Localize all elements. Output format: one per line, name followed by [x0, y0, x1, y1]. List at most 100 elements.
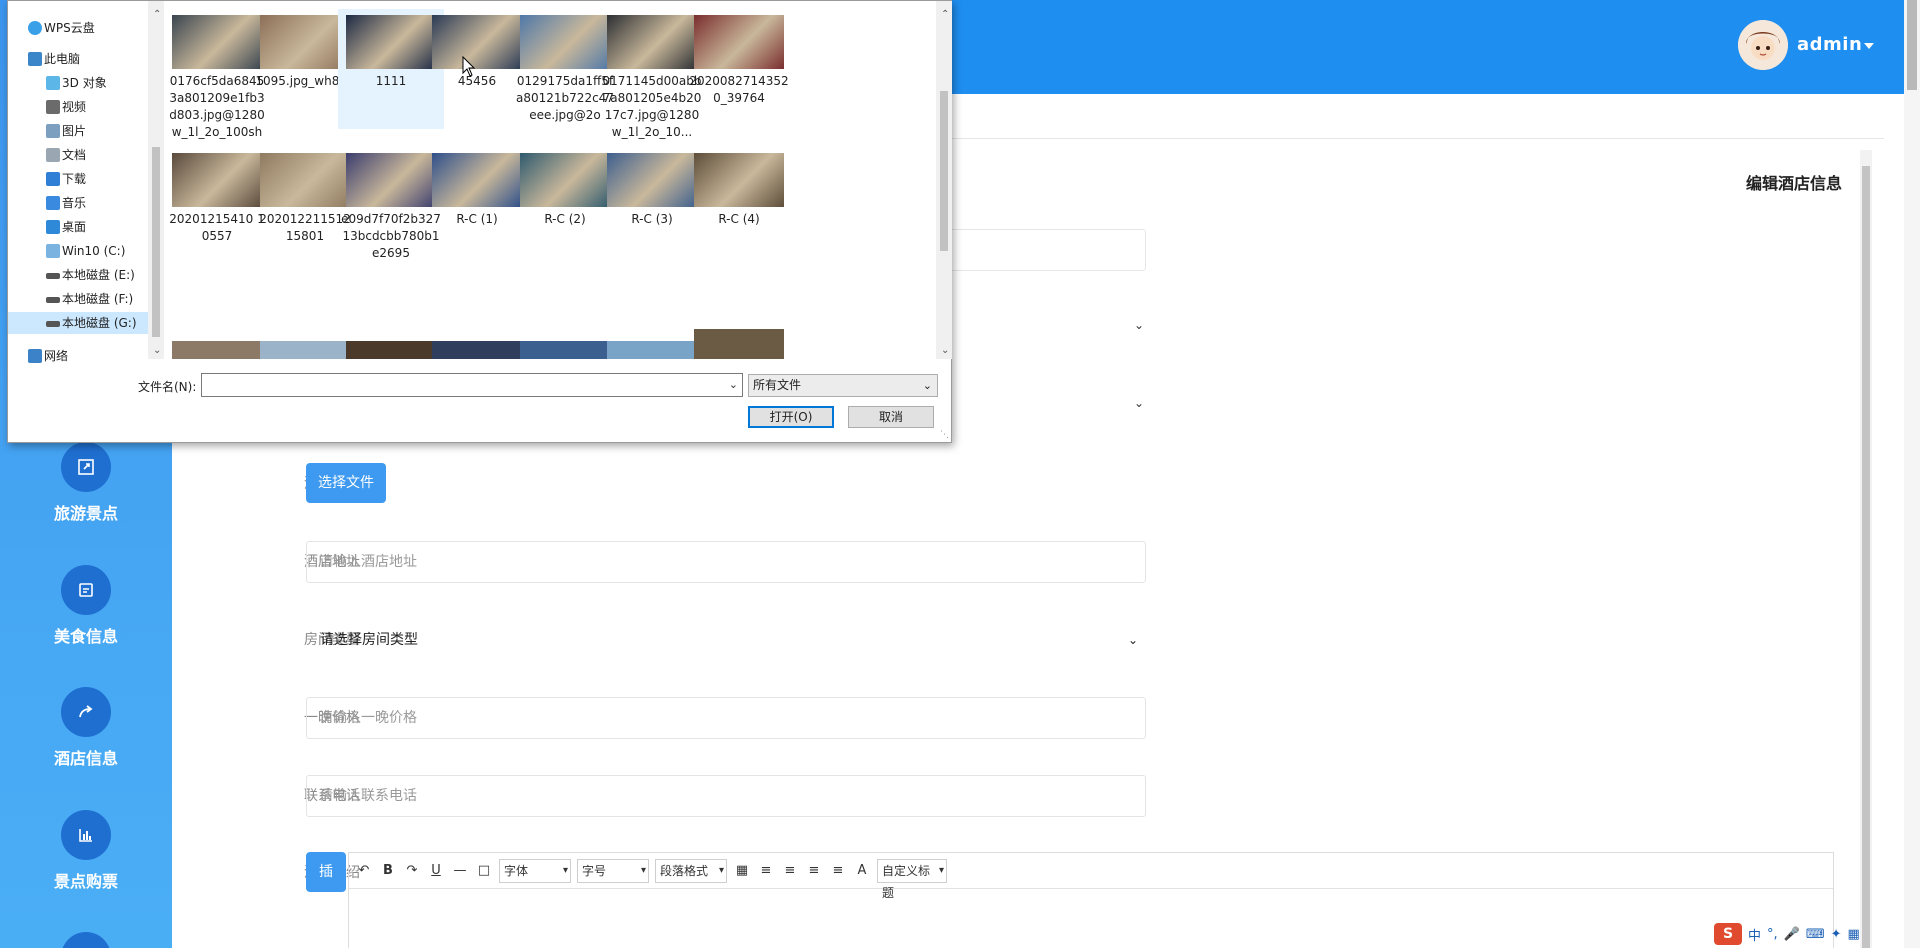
desktop-icon: [46, 220, 60, 234]
underline-button[interactable]: U: [427, 862, 445, 880]
nav-scroll-thumb[interactable]: [152, 147, 160, 337]
nav-item-drive-c[interactable]: Win10 (C:): [8, 240, 148, 262]
nav-item-drive-e[interactable]: 本地磁盘 (E:): [8, 264, 148, 286]
file-thumbnail[interactable]: [346, 341, 436, 359]
page-icon[interactable]: □: [475, 862, 493, 880]
align-left-icon[interactable]: ≡: [757, 862, 775, 880]
open-button[interactable]: 打开(O): [748, 406, 834, 428]
choose-file-button[interactable]: 选择文件: [306, 463, 386, 503]
drive-icon: [46, 297, 60, 303]
nav-item-drive-f[interactable]: 本地磁盘 (F:): [8, 288, 148, 310]
nav-label: WPS云盘: [44, 21, 95, 35]
align-right-icon[interactable]: ≡: [781, 862, 799, 880]
table-icon[interactable]: ▦: [733, 862, 751, 880]
scroll-up-icon[interactable]: ⌃: [153, 9, 161, 20]
font-family-select[interactable]: 字体: [499, 858, 571, 883]
scroll-down-icon[interactable]: ⌄: [153, 345, 161, 356]
cancel-button[interactable]: 取消: [848, 406, 934, 428]
nav-item-network[interactable]: 网络: [8, 345, 148, 367]
microphone-icon[interactable]: 🎤: [1784, 927, 1800, 942]
sidebar-item-hotel[interactable]: 酒店信息: [0, 687, 172, 797]
nav-item-documents[interactable]: 文档: [8, 144, 148, 166]
bold-button[interactable]: B: [379, 862, 397, 880]
phone-input[interactable]: 请输入联系电话: [306, 775, 1146, 817]
ime-language[interactable]: 中: [1748, 925, 1761, 944]
scroll-down-icon[interactable]: ⌄: [941, 345, 949, 356]
chevron-down-icon[interactable]: ⌄: [1134, 318, 1144, 332]
avatar[interactable]: [1738, 20, 1788, 70]
scroll-up-icon[interactable]: ⌃: [941, 9, 949, 20]
align-center-icon[interactable]: ≡: [805, 862, 823, 880]
custom-title-select[interactable]: 自定义标题: [877, 858, 947, 900]
nav-item-downloads[interactable]: 下载: [8, 168, 148, 190]
skin-icon[interactable]: ✦: [1831, 927, 1842, 942]
caret-down-icon[interactable]: [1864, 43, 1874, 49]
price-input[interactable]: 请输入一晚价格: [306, 697, 1146, 739]
editor-box: ↶ B ↷ U — □ 字体 字号 段落格式 ▦ ≡ ≡ ≡ ≡ A 自定义标题: [348, 852, 1834, 948]
grid-icon[interactable]: ▦: [1848, 927, 1860, 942]
file-thumbnail[interactable]: [520, 341, 610, 359]
form-row-address: 酒店地址 请输入酒店地址: [172, 541, 1372, 583]
rich-text-editor: 插 ↶ B ↷ U — □ 字体 字号 段落格式 ▦ ≡ ≡ ≡ ≡: [306, 852, 1834, 948]
window-scroll-thumb[interactable]: [1907, 0, 1917, 90]
align-justify-icon[interactable]: ≡: [829, 862, 847, 880]
file-item[interactable]: R-C (4): [686, 147, 792, 267]
sidebar-item-label: 旅游景点: [53, 504, 118, 523]
drive-icon: [46, 321, 60, 327]
file-thumbnail: [694, 153, 784, 207]
cube-icon: [46, 76, 60, 90]
username[interactable]: admin: [1797, 34, 1862, 55]
redo-icon[interactable]: ↷: [403, 862, 421, 880]
nav-item-pictures[interactable]: 图片: [8, 120, 148, 142]
file-open-dialog: WPS云盘 此电脑 3D 对象 视频 图片 文档 下载 音乐 桌面 Win10 …: [7, 0, 952, 443]
insert-button[interactable]: 插: [306, 852, 346, 892]
sidebar-item-food[interactable]: 美食信息: [0, 565, 172, 675]
network-icon: [28, 349, 42, 363]
address-input[interactable]: 请输入酒店地址: [306, 541, 1146, 583]
nav-item-this-pc[interactable]: 此电脑: [8, 48, 148, 70]
panel-scroll-thumb[interactable]: [1862, 166, 1870, 948]
nav-label: 桌面: [62, 220, 87, 234]
sidebar-item-label: 景点购票: [53, 872, 118, 891]
paragraph-select[interactable]: 段落格式: [655, 858, 727, 883]
sidebar-item-ticket[interactable]: 景点购票: [0, 810, 172, 920]
video-icon: [46, 100, 60, 114]
chevron-down-icon[interactable]: ⌄: [1134, 396, 1144, 410]
page-title: 编辑酒店信息: [1745, 174, 1842, 193]
file-thumbnail[interactable]: [260, 341, 350, 359]
nav-item-3d[interactable]: 3D 对象: [8, 72, 148, 94]
undo-icon[interactable]: ↶: [355, 862, 373, 880]
file-thumbnail[interactable]: [694, 329, 784, 359]
music-icon: [46, 196, 60, 210]
punctuation-icon[interactable]: °,: [1767, 927, 1778, 942]
more-icon[interactable]: [61, 932, 111, 948]
nav-label: 音乐: [62, 196, 87, 210]
filetype-select[interactable]: 所有文件 ⌄: [748, 374, 938, 397]
nav-item-video[interactable]: 视频: [8, 96, 148, 118]
filename-input[interactable]: ⌄: [201, 373, 743, 397]
sidebar-item-scenic[interactable]: 旅游景点: [0, 442, 172, 552]
nav-item-music[interactable]: 音乐: [8, 192, 148, 214]
file-thumbnail[interactable]: [432, 341, 522, 359]
window-scrollbar[interactable]: [1904, 0, 1920, 948]
file-thumbnail[interactable]: [607, 341, 697, 359]
nav-item-drive-g[interactable]: 本地磁盘 (G:): [8, 312, 148, 334]
nav-item-wps-cloud[interactable]: WPS云盘: [8, 17, 148, 39]
nav-label: 本地磁盘 (E:): [62, 268, 135, 282]
nav-item-desktop[interactable]: 桌面: [8, 216, 148, 238]
keyboard-icon[interactable]: ⌨: [1806, 927, 1825, 942]
font-color-button[interactable]: A: [853, 862, 871, 880]
horizontal-rule-icon[interactable]: —: [451, 862, 469, 880]
file-thumbnail[interactable]: [172, 341, 262, 359]
drive-icon: [46, 244, 60, 258]
file-item[interactable]: 20200827143520_39764: [686, 9, 792, 129]
file-scroll-thumb[interactable]: [940, 91, 948, 251]
nav-label: 本地磁盘 (G:): [62, 316, 137, 330]
font-size-select[interactable]: 字号: [577, 858, 649, 883]
resize-grip-icon[interactable]: ⋱: [940, 430, 949, 440]
chevron-down-icon[interactable]: ⌄: [729, 378, 738, 391]
ime-logo[interactable]: S: [1714, 923, 1742, 945]
file-thumbnail: [607, 15, 697, 69]
room-type-select[interactable]: 请选择房间类型 ⌄: [306, 619, 1146, 661]
file-thumbnail: [432, 15, 522, 69]
